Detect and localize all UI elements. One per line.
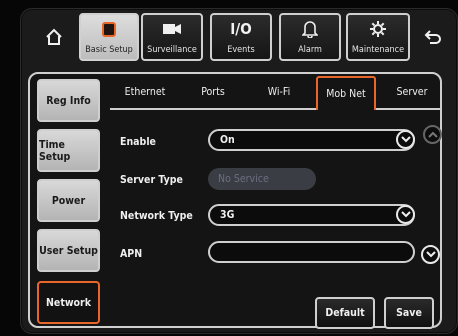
tab-label: Maintenance: [351, 45, 405, 55]
default-button-label: Default: [325, 307, 365, 319]
tab-mob-net[interactable]: Mob Net: [316, 76, 376, 110]
tab-alarm[interactable]: Alarm: [279, 13, 341, 61]
server-type-field: No Service: [208, 168, 316, 190]
tab-wifi[interactable]: Wi-Fi: [256, 76, 302, 108]
document-icon: [81, 20, 137, 38]
tab-ports[interactable]: Ports: [190, 76, 236, 108]
sidebar-item-reg-info[interactable]: Reg Info: [37, 79, 100, 122]
tab-label: Surveillance: [147, 45, 197, 55]
tab-label: Alarm: [298, 45, 322, 55]
sidebar-item-time-setup[interactable]: Time Setup: [37, 129, 100, 172]
back-arrow-icon[interactable]: [417, 24, 449, 50]
chevron-down-icon[interactable]: [396, 205, 415, 224]
save-button[interactable]: Save: [384, 297, 434, 329]
io-icon-text: I/O: [230, 20, 252, 38]
camera-icon: [143, 20, 201, 38]
tab-ethernet[interactable]: Ethernet: [116, 76, 174, 108]
sidebar-item-network[interactable]: Network: [37, 281, 100, 324]
enable-label: Enable: [120, 136, 156, 148]
tab-server[interactable]: Server: [386, 76, 438, 108]
tab-label: Wi-Fi: [267, 86, 291, 98]
tab-basic-setup[interactable]: Basic Setup: [79, 13, 139, 61]
apn-input[interactable]: [208, 241, 415, 263]
home-icon[interactable]: [38, 24, 70, 50]
enable-value: On: [220, 134, 235, 146]
sidebar-item-label: Reg Info: [46, 94, 91, 107]
network-type-select[interactable]: 3G: [208, 204, 415, 226]
enable-select[interactable]: On: [208, 129, 415, 151]
tab-maintenance[interactable]: Maintenance: [346, 13, 410, 61]
tab-label: Events: [227, 45, 255, 55]
tab-events[interactable]: I/O Events: [210, 13, 272, 61]
tab-surveillance[interactable]: Surveillance: [141, 13, 203, 61]
sidebar-item-label: Network: [46, 296, 91, 309]
sub-tab-bar: Ethernet Ports Wi-Fi Mob Net Server: [110, 76, 441, 110]
sidebar-item-label: Power: [51, 194, 86, 207]
server-type-label: Server Type: [120, 174, 183, 186]
sidebar-item-label: User Setup: [39, 244, 98, 257]
tab-label: Ethernet: [124, 86, 166, 98]
sidebar-item-label: Time Setup: [39, 138, 71, 163]
network-type-value: 3G: [220, 209, 235, 221]
io-icon: I/O: [212, 20, 270, 38]
server-type-placeholder: No Service: [218, 173, 269, 185]
network-type-label: Network Type: [120, 210, 193, 222]
bell-icon: [281, 20, 339, 38]
sidebar-item-user-setup[interactable]: User Setup: [37, 229, 100, 272]
chevron-down-icon[interactable]: [396, 130, 415, 149]
gear-icon: [348, 20, 408, 38]
tab-label: Ports: [201, 86, 225, 98]
sidebar-item-power[interactable]: Power: [37, 179, 100, 222]
save-button-label: Save: [396, 307, 422, 319]
default-button[interactable]: Default: [315, 297, 375, 329]
chevron-up-icon[interactable]: [423, 125, 442, 144]
tab-label: Mob Net: [326, 88, 366, 100]
chevron-down-icon[interactable]: [421, 245, 440, 264]
apn-label: APN: [120, 248, 143, 260]
tab-label: Server: [396, 86, 428, 98]
tab-label: Basic Setup: [85, 45, 133, 55]
